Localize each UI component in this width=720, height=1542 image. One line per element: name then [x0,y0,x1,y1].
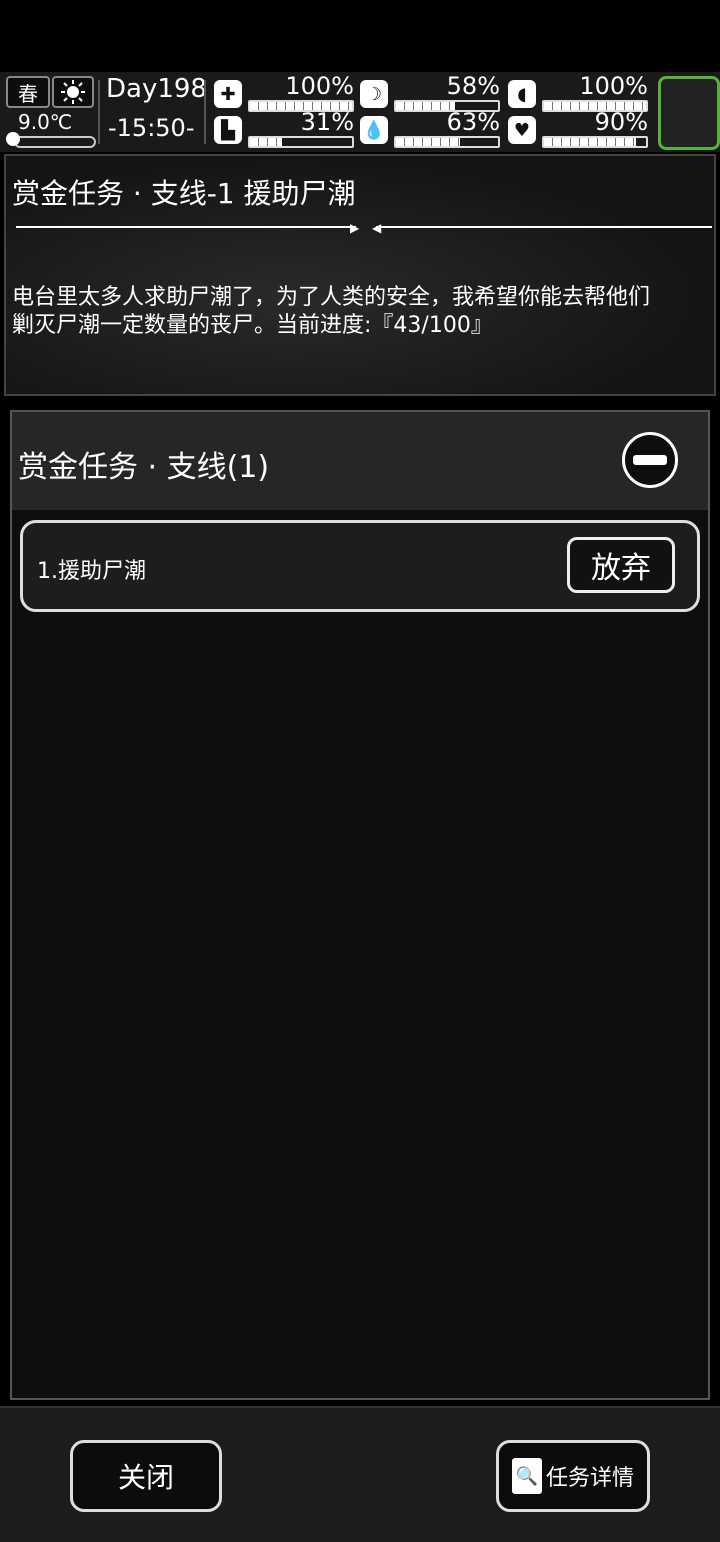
thermometer-icon [6,132,20,146]
stat-medicine: ◖ 100% [508,72,648,112]
close-button[interactable]: 关闭 [70,1440,222,1512]
status-hud: 春 9.0℃ Day198 -15:50- ✚ 100% ☽ 58% ◖ 100… [0,72,720,152]
description-line: 剿灭尸潮一定数量的丧尸。当前进度:『43/100』 [12,313,493,338]
quest-title: 赏金任务 · 支线-1 援助尸潮 [12,177,356,210]
stat-fill [396,138,461,146]
stat-mood-value: 90% [594,108,648,136]
stat-medicine-value: 100% [579,72,648,100]
document-search-icon: 🔍 [511,1458,542,1494]
medkit-icon: ✚ [214,80,242,108]
temperature-gauge: 9.0℃ [6,110,96,148]
quest-item-label: 1.援助尸潮 [37,559,146,584]
quest-category-title: 赏金任务 · 支线(1) [18,450,270,485]
quest-description: 电台里太多人求助尸潮了，为了人类的安全，我希望你能去帮他们 剿灭尸潮一定数量的丧… [12,284,712,340]
stat-thirst: 💧 63% [360,108,500,148]
quest-detail-button[interactable]: 🔍 任务详情 [496,1440,650,1512]
quest-description-panel: 赏金任务 · 支线-1 援助尸潮 ▶ ◀ 电台里太多人求助尸潮了，为了人类的安全，… [4,154,716,396]
stat-health: ✚ 100% [214,72,354,112]
abandon-button[interactable]: 放弃 [567,537,675,593]
stomach-icon: ☽ [360,80,388,108]
stat-stamina-value: 31% [300,108,354,136]
footer-bar: 关闭 🔍 任务详情 [0,1406,720,1542]
stat-health-value: 100% [285,72,354,100]
stat-thirst-value: 63% [446,108,500,136]
description-line: 电台里太多人求助尸潮了，为了人类的安全，我希望你能去帮他们 [12,285,651,310]
game-clock: -15:50- [108,114,195,142]
minus-icon [633,455,667,465]
quest-list-panel: 赏金任务 · 支线(1) 1.援助尸潮 放弃 [10,410,710,1400]
stat-hunger-value: 58% [446,72,500,100]
divider [204,80,206,144]
stat-mood: ♥ 90% [508,108,648,148]
quest-detail-label: 任务详情 [545,1466,634,1491]
season-badge: 春 [6,76,50,108]
stat-fill [544,138,636,146]
stat-stamina: ▙ 31% [214,108,354,148]
list-item[interactable]: 1.援助尸潮 放弃 [20,520,700,612]
equipment-slot[interactable] [658,76,720,150]
quest-category-header[interactable]: 赏金任务 · 支线(1) [12,412,708,510]
sun-icon [52,76,94,108]
day-counter: Day198 [106,74,207,104]
collapse-button[interactable] [622,432,678,488]
pill-icon: ◖ [508,80,536,108]
temperature-value: 9.0℃ [18,110,73,134]
boot-icon: ▙ [214,116,242,144]
water-drop-icon: 💧 [360,116,388,144]
thermometer-bar [14,136,96,148]
season-label: 春 [18,81,38,106]
heart-icon: ♥ [508,116,536,144]
divider [98,80,100,144]
title-divider: ▶ ◀ [16,221,712,235]
stat-hunger: ☽ 58% [360,72,500,112]
stat-fill [250,138,282,146]
